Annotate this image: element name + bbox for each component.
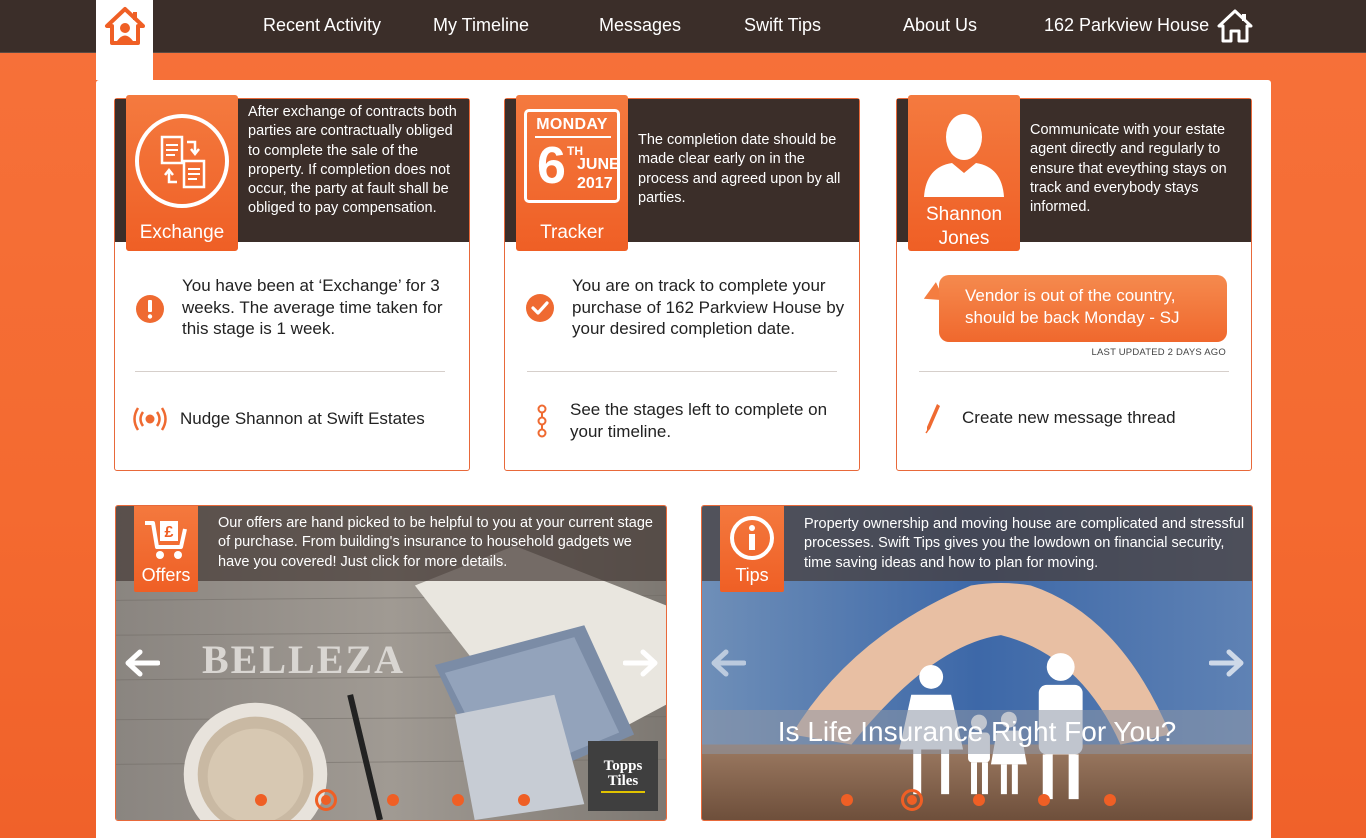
carousel-dot[interactable] (1038, 794, 1050, 806)
carousel-dot[interactable] (387, 794, 399, 806)
carousel-next-arrow-icon[interactable] (1208, 648, 1245, 683)
svg-text:£: £ (165, 524, 174, 541)
nudge-agent-link[interactable]: Nudge Shannon at Swift Estates (180, 408, 425, 430)
tips-carousel: Tips Property ownership and moving house… (701, 505, 1253, 821)
carousel-dot[interactable] (841, 794, 853, 806)
divider (919, 371, 1229, 372)
calendar-year: 2017 (577, 175, 613, 192)
agent-last-name: Jones (938, 228, 990, 249)
tracker-description: The completion date should be made clear… (638, 132, 841, 206)
carousel-prev-arrow-icon[interactable] (124, 648, 161, 683)
nav-about-us[interactable]: About Us (903, 15, 977, 36)
carousel-dot[interactable] (973, 794, 985, 806)
calendar-icon: MONDAY 6 TH JUNE 2017 (524, 109, 620, 203)
tips-headline[interactable]: Is Life Insurance Right For You? (702, 710, 1252, 754)
exchange-status-text: You have been at ‘Exchange’ for 3 weeks.… (182, 276, 443, 338)
carousel-dot-active[interactable] (315, 789, 337, 811)
divider (135, 371, 445, 372)
new-message-thread-link[interactable]: Create new message thread (962, 407, 1176, 429)
cart-pound-icon: £ (143, 519, 189, 566)
info-icon (729, 515, 775, 566)
tracker-badge-label: Tracker (540, 222, 604, 243)
agent-badge: Shannon Jones (908, 95, 1020, 251)
carousel-dot[interactable] (452, 794, 464, 806)
agent-description: Communicate with your estate agent direc… (1030, 122, 1227, 216)
tracker-card: MONDAY 6 TH JUNE 2017 Tracker The comple… (504, 95, 860, 471)
last-updated-label: LAST UPDATED 2 DAYS AGO (1091, 347, 1226, 358)
home-logo-button[interactable] (96, 0, 153, 80)
tracker-badge: MONDAY 6 TH JUNE 2017 Tracker (516, 95, 628, 251)
tracker-status-text: You are on track to complete your purcha… (572, 276, 845, 338)
tips-badge-label: Tips (735, 565, 769, 585)
nav-my-timeline[interactable]: My Timeline (433, 15, 529, 36)
nav-recent-activity[interactable]: Recent Activity (263, 15, 381, 36)
brand-line2: Tiles (607, 773, 639, 789)
brand-line1: Topps (603, 758, 643, 774)
agent-card: Shannon Jones Communicate with your esta… (896, 95, 1252, 471)
home-logo-icon (104, 6, 146, 80)
house-icon[interactable] (1217, 9, 1253, 48)
agent-first-name: Shannon (925, 204, 1003, 225)
calendar-month: JUNE (577, 156, 620, 173)
divider (527, 371, 837, 372)
exchange-icon (133, 112, 231, 215)
top-navigation-bar: Recent Activity My Timeline Messages Swi… (0, 0, 1366, 53)
tips-badge: Tips (720, 506, 784, 592)
exchange-badge-label: Exchange (139, 222, 225, 243)
exchange-description: After exchange of contracts both parties… (248, 104, 457, 217)
offers-carousel: BELLEZA £ Offers Our offers are hand pic… (115, 505, 667, 821)
alert-icon (135, 294, 165, 329)
carousel-next-arrow-icon[interactable] (622, 648, 659, 683)
calendar-date: 6 (537, 137, 566, 195)
offers-badge: £ Offers (134, 506, 198, 592)
broadcast-icon[interactable] (131, 404, 169, 439)
agent-message-bubble[interactable]: Vendor is out of the country, should be … (939, 275, 1227, 342)
topps-tiles-logo[interactable]: Topps Tiles (588, 741, 658, 811)
nav-swift-tips[interactable]: Swift Tips (744, 15, 821, 36)
tile-word: BELLEZA (202, 637, 405, 682)
carousel-dot[interactable] (518, 794, 530, 806)
offers-description: Our offers are hand picked to be helpful… (218, 515, 653, 570)
carousel-dot-active[interactable] (901, 789, 923, 811)
carousel-dot[interactable] (255, 794, 267, 806)
calendar-day: MONDAY (536, 116, 608, 133)
nav-messages[interactable]: Messages (599, 15, 681, 36)
person-icon (918, 107, 1010, 202)
timeline-icon[interactable] (536, 404, 548, 443)
check-icon (525, 293, 555, 328)
exchange-card: Exchange After exchange of contracts bot… (114, 95, 470, 471)
tips-description: Property ownership and moving house are … (804, 516, 1245, 571)
pen-icon[interactable] (925, 402, 941, 439)
agent-badge-label: Shannon Jones (908, 203, 1020, 251)
carousel-dot[interactable] (1104, 794, 1116, 806)
nav-property[interactable]: 162 Parkview House (1044, 15, 1209, 36)
offers-badge-label: Offers (141, 565, 191, 585)
carousel-prev-arrow-icon[interactable] (710, 648, 747, 683)
exchange-badge: Exchange (126, 95, 238, 251)
timeline-link[interactable]: See the stages left to complete on your … (570, 399, 850, 443)
brand-underline (601, 791, 645, 793)
